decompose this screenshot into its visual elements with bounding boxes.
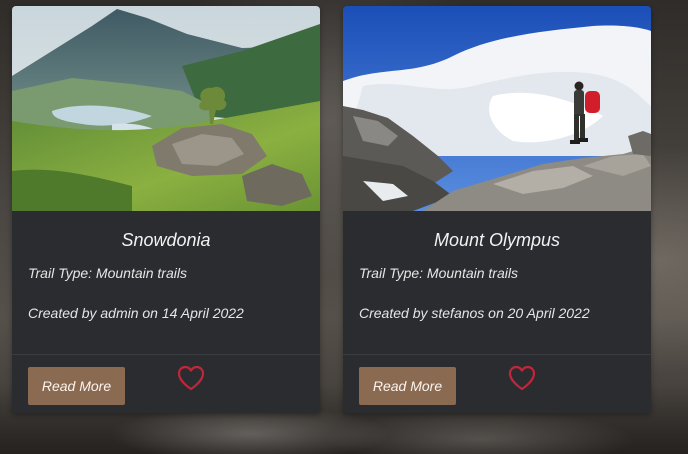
card-divider bbox=[12, 354, 320, 355]
trail-type: Trail Type: Mountain trails bbox=[28, 265, 187, 281]
trail-card-snowdonia: Snowdonia Trail Type: Mountain trails Cr… bbox=[12, 6, 320, 413]
read-more-button[interactable]: Read More bbox=[28, 367, 125, 405]
trail-image-mount-olympus bbox=[343, 6, 651, 211]
trail-card-mount-olympus: Mount Olympus Trail Type: Mountain trail… bbox=[343, 6, 651, 413]
trail-created-info: Created by stefanos on 20 April 2022 bbox=[359, 305, 590, 321]
trail-title: Mount Olympus bbox=[433, 230, 561, 250]
trail-type: Trail Type: Mountain trails bbox=[359, 265, 518, 281]
trail-image-snowdonia bbox=[12, 6, 320, 211]
read-more-button[interactable]: Read More bbox=[359, 367, 456, 405]
trail-title: Snowdonia bbox=[121, 230, 211, 250]
heart-icon[interactable] bbox=[506, 362, 538, 394]
card-divider bbox=[343, 354, 651, 355]
heart-icon[interactable] bbox=[175, 362, 207, 394]
trail-created-info: Created by admin on 14 April 2022 bbox=[28, 305, 244, 321]
